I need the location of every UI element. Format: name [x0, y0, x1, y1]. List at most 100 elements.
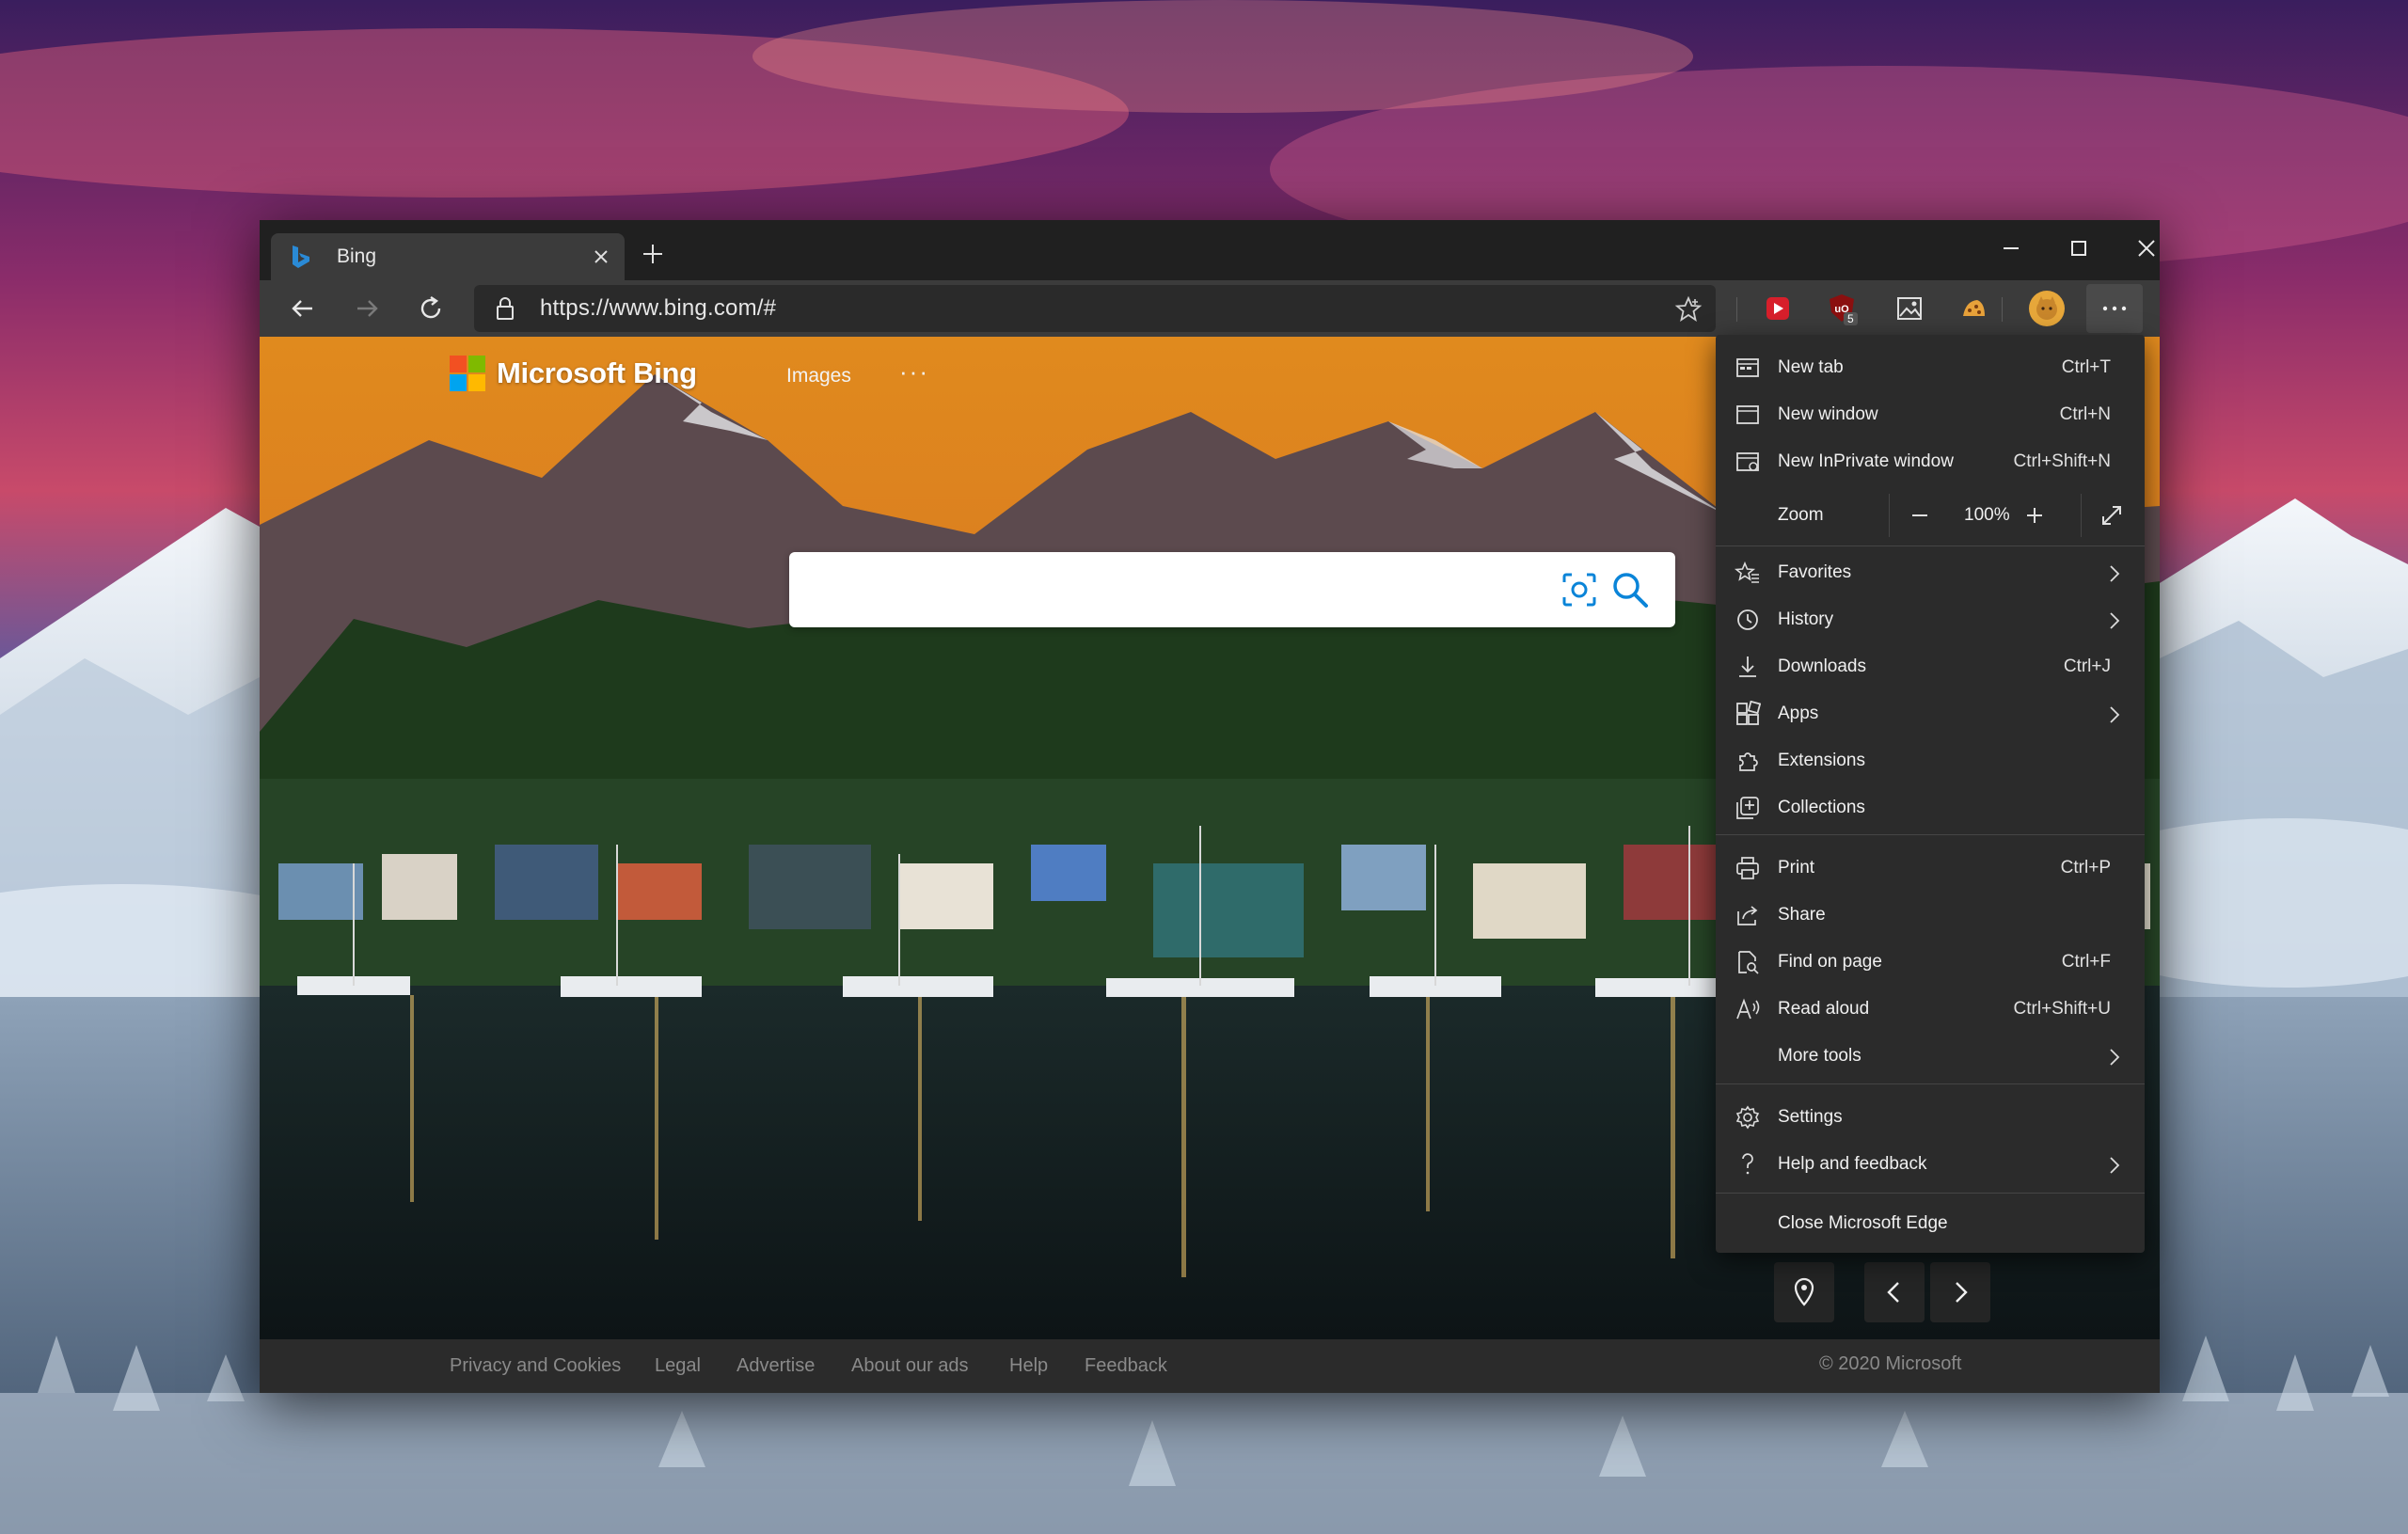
url-text[interactable]: https://www.bing.com/# [540, 295, 776, 322]
footer-link-privacy[interactable]: Privacy and Cookies [450, 1355, 621, 1377]
location-pin-icon [1794, 1277, 1814, 1306]
toolbar-separator [2002, 297, 2003, 322]
chevron-right-icon [2110, 1157, 2120, 1174]
zoom-out-minus-icon[interactable] [1900, 496, 1940, 535]
menu-item-print[interactable]: Print Ctrl+P [1716, 845, 2145, 892]
close-window-icon[interactable] [2120, 229, 2173, 267]
menu-item-new-window[interactable]: New window Ctrl+N [1716, 391, 2145, 438]
lock-icon[interactable] [493, 295, 517, 322]
address-bar[interactable]: https://www.bing.com/# [474, 285, 1716, 332]
menu-label: New InPrivate window [1778, 451, 1954, 471]
inprivate-window-icon [1736, 452, 1759, 471]
find-on-page-icon [1738, 951, 1759, 974]
chevron-left-icon [1887, 1282, 1899, 1303]
help-icon [1742, 1153, 1753, 1175]
back-arrow-icon[interactable] [286, 292, 320, 325]
menu-shortcut: Ctrl+F [2061, 952, 2111, 972]
menu-item-more-tools[interactable]: More tools [1716, 1033, 2145, 1080]
chevron-right-icon [1956, 1282, 1968, 1303]
menu-separator [1716, 834, 2145, 835]
menu-separator [1716, 1193, 2145, 1194]
new-tab-plus-icon[interactable] [634, 235, 672, 273]
more-horizontal-icon [2102, 306, 2127, 311]
new-tab-icon [1736, 358, 1759, 377]
location-button[interactable] [1774, 1262, 1834, 1322]
microsoft-logo-icon [450, 356, 485, 391]
footer-link-feedback[interactable]: Feedback [1085, 1355, 1167, 1377]
add-favorite-star-icon[interactable] [1674, 295, 1703, 324]
menu-label: Close Microsoft Edge [1778, 1213, 1948, 1233]
cookie-extension-icon[interactable] [1956, 292, 1990, 325]
menu-shortcut: Ctrl+Shift+N [2013, 451, 2111, 471]
microsoft-bing-logo[interactable]: Microsoft Bing [450, 354, 697, 393]
menu-label: History [1778, 609, 1834, 629]
zoom-label: Zoom [1778, 505, 1824, 525]
search-icon[interactable] [1609, 569, 1651, 610]
menu-label: Downloads [1778, 656, 1866, 676]
tab-title: Bing [337, 245, 377, 267]
menu-item-apps[interactable]: Apps [1716, 690, 2145, 737]
navigation-toolbar: https://www.bing.com/# uO 5 [260, 280, 2160, 337]
video-extension-icon[interactable] [1761, 292, 1795, 325]
menu-item-settings[interactable]: Settings [1716, 1094, 2145, 1141]
menu-item-find-on-page[interactable]: Find on page Ctrl+F [1716, 939, 2145, 986]
menu-item-collections[interactable]: Collections [1716, 784, 2145, 831]
logo-text: Microsoft Bing [497, 356, 697, 389]
toolbar-separator [1736, 297, 1737, 322]
footer-link-help[interactable]: Help [1009, 1355, 1048, 1377]
image-extension-icon[interactable] [1893, 292, 1926, 325]
menu-item-help-and-feedback[interactable]: Help and feedback [1716, 1141, 2145, 1188]
full-screen-icon[interactable] [2092, 496, 2131, 535]
minimize-icon[interactable] [1985, 229, 2037, 267]
footer-link-legal[interactable]: Legal [655, 1355, 701, 1377]
visual-search-icon[interactable] [1560, 571, 1598, 609]
history-icon [1737, 609, 1758, 630]
menu-label: Favorites [1778, 562, 1852, 582]
chevron-right-icon [2110, 612, 2120, 629]
zoom-row: Zoom 100% [1716, 488, 2145, 543]
maximize-icon[interactable] [2052, 229, 2105, 267]
menu-item-downloads[interactable]: Downloads Ctrl+J [1716, 643, 2145, 690]
close-tab-icon[interactable] [587, 243, 615, 271]
menu-item-share[interactable]: Share [1716, 892, 2145, 939]
extension-badge-count: 5 [1844, 312, 1858, 325]
menu-shortcut: Ctrl+N [2059, 404, 2111, 424]
menu-item-extensions[interactable]: Extensions [1716, 737, 2145, 784]
menu-item-read-aloud[interactable]: Read aloud Ctrl+Shift+U [1716, 986, 2145, 1033]
forward-arrow-icon[interactable] [350, 292, 384, 325]
page-footer: Privacy and Cookies Legal Advertise Abou… [260, 1339, 2160, 1393]
footer-link-advertise[interactable]: Advertise [737, 1355, 815, 1377]
search-box[interactable] [789, 552, 1675, 627]
settings-and-more-menu: New tab Ctrl+T New window Ctrl+N New InP… [1716, 335, 2145, 1253]
menu-label: Extensions [1778, 751, 1865, 770]
read-aloud-icon [1736, 998, 1760, 1020]
zoom-in-plus-icon[interactable] [2015, 496, 2054, 535]
menu-label: Print [1778, 858, 1815, 878]
settings-and-more-button[interactable] [2086, 284, 2143, 333]
profile-avatar-icon[interactable] [2028, 290, 2066, 327]
zoom-separator [1889, 494, 1890, 537]
previous-image-button[interactable] [1864, 1262, 1925, 1322]
menu-item-history[interactable]: History [1716, 596, 2145, 643]
more-nav-dots[interactable]: ··· [899, 357, 929, 387]
menu-label: More tools [1778, 1046, 1861, 1066]
tab-bing[interactable]: Bing [271, 233, 625, 280]
menu-item-new-tab[interactable]: New tab Ctrl+T [1716, 344, 2145, 391]
next-image-button[interactable] [1930, 1262, 1990, 1322]
menu-label: Settings [1778, 1107, 1843, 1127]
settings-icon [1735, 1105, 1760, 1130]
footer-link-about-ads[interactable]: About our ads [851, 1355, 969, 1377]
refresh-icon[interactable] [414, 292, 448, 325]
menu-item-favorites[interactable]: Favorites [1716, 549, 2145, 596]
menu-label: New window [1778, 404, 1878, 424]
menu-item-new-inprivate-window[interactable]: New InPrivate window Ctrl+Shift+N [1716, 438, 2145, 485]
new-window-icon [1736, 405, 1759, 424]
menu-shortcut: Ctrl+P [2060, 858, 2111, 878]
images-link[interactable]: Images [786, 365, 851, 387]
chevron-right-icon [2110, 1049, 2120, 1066]
copyright-text: © 2020 Microsoft [1819, 1353, 1962, 1374]
menu-item-close-microsoft-edge[interactable]: Close Microsoft Edge [1716, 1200, 2145, 1247]
ublock-extension[interactable]: uO 5 [1825, 292, 1862, 329]
bing-favicon-icon [293, 245, 309, 268]
favorites-icon [1735, 561, 1759, 583]
